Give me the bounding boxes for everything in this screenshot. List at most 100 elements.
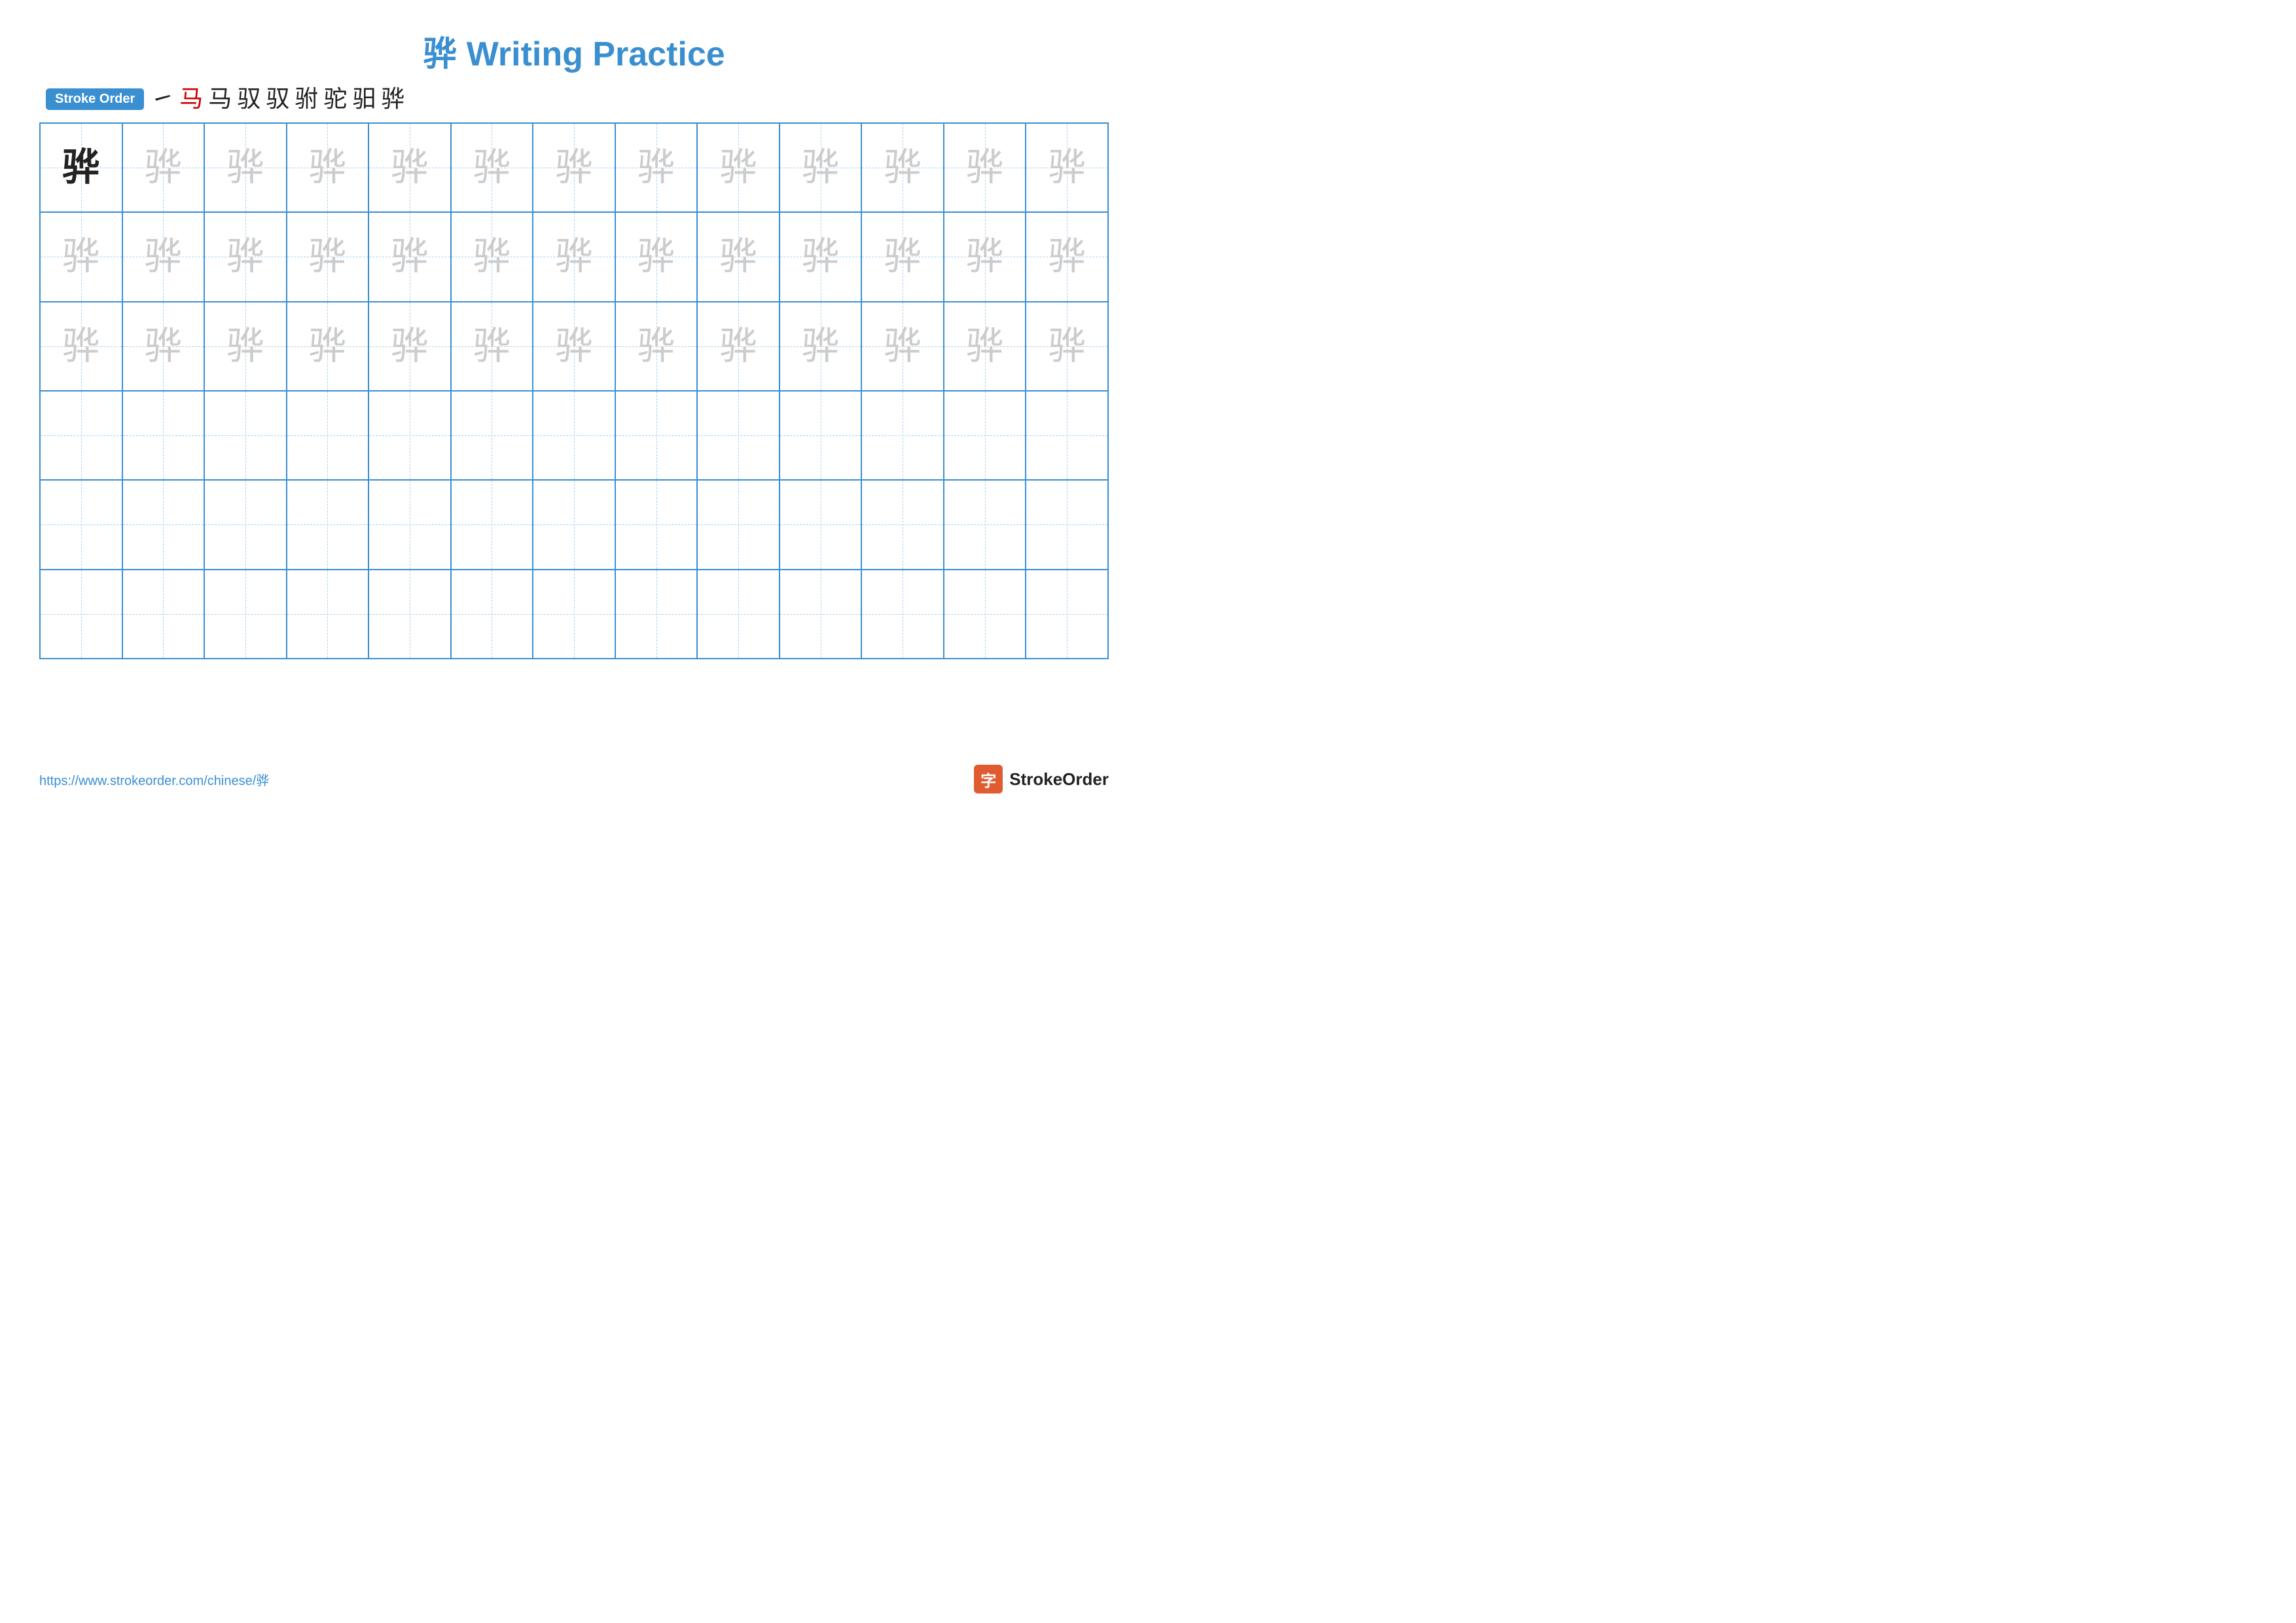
grid-cell[interactable]	[287, 570, 369, 659]
grid-cell[interactable]	[1026, 391, 1108, 480]
grid-cell[interactable]: 骅	[780, 123, 862, 212]
cell-char: 骅	[637, 149, 675, 187]
cell-char: 骅	[802, 327, 840, 365]
grid-cell[interactable]	[533, 570, 615, 659]
grid-cell[interactable]	[615, 391, 698, 480]
stroke-4: 驭	[237, 87, 260, 111]
cell-char: 骅	[966, 149, 1004, 187]
grid-cell[interactable]: 骅	[451, 123, 533, 212]
grid-cell[interactable]: 骅	[204, 212, 287, 301]
grid-cell[interactable]: 骅	[780, 212, 862, 301]
grid-cell[interactable]	[451, 570, 533, 659]
grid-cell[interactable]: 骅	[615, 302, 698, 391]
grid-cell[interactable]	[861, 570, 944, 659]
grid-cell[interactable]: 骅	[122, 123, 205, 212]
stroke-7: 驼	[323, 87, 347, 111]
grid-cell[interactable]: 骅	[287, 302, 369, 391]
grid-cell[interactable]	[451, 391, 533, 480]
logo-text: StrokeOrder	[1009, 769, 1109, 790]
grid-cell[interactable]	[944, 570, 1026, 659]
grid-cell[interactable]	[368, 391, 451, 480]
stroke-order-row: Stroke Order ㇀ 马 马 驭 驭 驸 驼 驲 骅	[46, 87, 1109, 111]
grid-cell[interactable]	[204, 570, 287, 659]
cell-char: 骅	[884, 327, 922, 365]
grid-cell[interactable]	[204, 480, 287, 569]
grid-cell[interactable]	[697, 570, 780, 659]
grid-cell[interactable]	[615, 570, 698, 659]
grid-cell[interactable]: 骅	[780, 302, 862, 391]
grid-cell[interactable]: 骅	[944, 302, 1026, 391]
logo-icon: 字	[974, 765, 1003, 793]
cell-char: 骅	[966, 238, 1004, 276]
grid-cell[interactable]	[1026, 480, 1108, 569]
grid-cell[interactable]: 骅	[697, 302, 780, 391]
grid-cell[interactable]: 骅	[944, 212, 1026, 301]
grid-cell[interactable]: 骅	[122, 302, 205, 391]
grid-cell[interactable]: 骅	[533, 123, 615, 212]
grid-cell[interactable]: 骅	[861, 302, 944, 391]
grid-cell[interactable]	[451, 480, 533, 569]
grid-cell[interactable]: 骅	[697, 123, 780, 212]
cell-char: 骅	[719, 149, 757, 187]
grid-cell[interactable]: 骅	[451, 212, 533, 301]
grid-cell[interactable]	[780, 391, 862, 480]
grid-cell[interactable]: 骅	[368, 302, 451, 391]
cell-char: 骅	[62, 238, 100, 276]
cell-char: 骅	[555, 238, 593, 276]
grid-cell[interactable]: 骅	[368, 123, 451, 212]
grid-cell[interactable]	[368, 570, 451, 659]
grid-cell[interactable]: 骅	[287, 123, 369, 212]
cell-char: 骅	[226, 238, 264, 276]
grid-cell[interactable]	[122, 570, 205, 659]
grid-cell[interactable]: 骅	[615, 123, 698, 212]
footer-url: https://www.strokeorder.com/chinese/骅	[39, 770, 269, 789]
grid-cell[interactable]	[944, 480, 1026, 569]
grid-cell[interactable]: 骅	[615, 212, 698, 301]
grid-cell[interactable]	[533, 480, 615, 569]
grid-cell[interactable]	[533, 391, 615, 480]
cell-char: 骅	[62, 149, 100, 187]
grid-cell[interactable]: 骅	[122, 212, 205, 301]
grid-cell[interactable]: 骅	[204, 302, 287, 391]
grid-cell[interactable]: 骅	[1026, 212, 1108, 301]
grid-cell[interactable]	[697, 480, 780, 569]
grid-cell[interactable]	[287, 391, 369, 480]
grid-cell[interactable]	[1026, 570, 1108, 659]
grid-cell[interactable]: 骅	[204, 123, 287, 212]
grid-cell[interactable]	[40, 570, 122, 659]
cell-char: 骅	[391, 149, 429, 187]
grid-cell[interactable]: 骅	[533, 212, 615, 301]
cell-char: 骅	[637, 238, 675, 276]
grid-cell[interactable]	[287, 480, 369, 569]
grid-cell[interactable]	[861, 391, 944, 480]
grid-cell[interactable]	[615, 480, 698, 569]
cell-char: 骅	[144, 238, 182, 276]
grid-cell[interactable]: 骅	[861, 123, 944, 212]
grid-cell[interactable]: 骅	[1026, 302, 1108, 391]
grid-cell[interactable]	[122, 391, 205, 480]
grid-cell[interactable]	[204, 391, 287, 480]
grid-cell[interactable]: 骅	[1026, 123, 1108, 212]
footer: https://www.strokeorder.com/chinese/骅 字 …	[39, 765, 1109, 793]
grid-cell[interactable]: 骅	[861, 212, 944, 301]
cell-char: 骅	[966, 327, 1004, 365]
grid-cell[interactable]	[697, 391, 780, 480]
grid-cell[interactable]	[40, 480, 122, 569]
grid-cell[interactable]: 骅	[451, 302, 533, 391]
grid-cell[interactable]	[40, 391, 122, 480]
grid-cell[interactable]: 骅	[368, 212, 451, 301]
grid-cell[interactable]: 骅	[944, 123, 1026, 212]
cell-char: 骅	[308, 327, 346, 365]
grid-cell[interactable]	[122, 480, 205, 569]
grid-cell[interactable]: 骅	[40, 212, 122, 301]
grid-cell[interactable]: 骅	[40, 302, 122, 391]
grid-cell[interactable]	[368, 480, 451, 569]
grid-cell[interactable]	[861, 480, 944, 569]
grid-cell[interactable]: 骅	[533, 302, 615, 391]
grid-cell[interactable]	[780, 480, 862, 569]
grid-cell[interactable]: 骅	[287, 212, 369, 301]
grid-cell[interactable]: 骅	[697, 212, 780, 301]
grid-cell[interactable]	[780, 570, 862, 659]
grid-cell[interactable]	[944, 391, 1026, 480]
grid-cell[interactable]: 骅	[40, 123, 122, 212]
